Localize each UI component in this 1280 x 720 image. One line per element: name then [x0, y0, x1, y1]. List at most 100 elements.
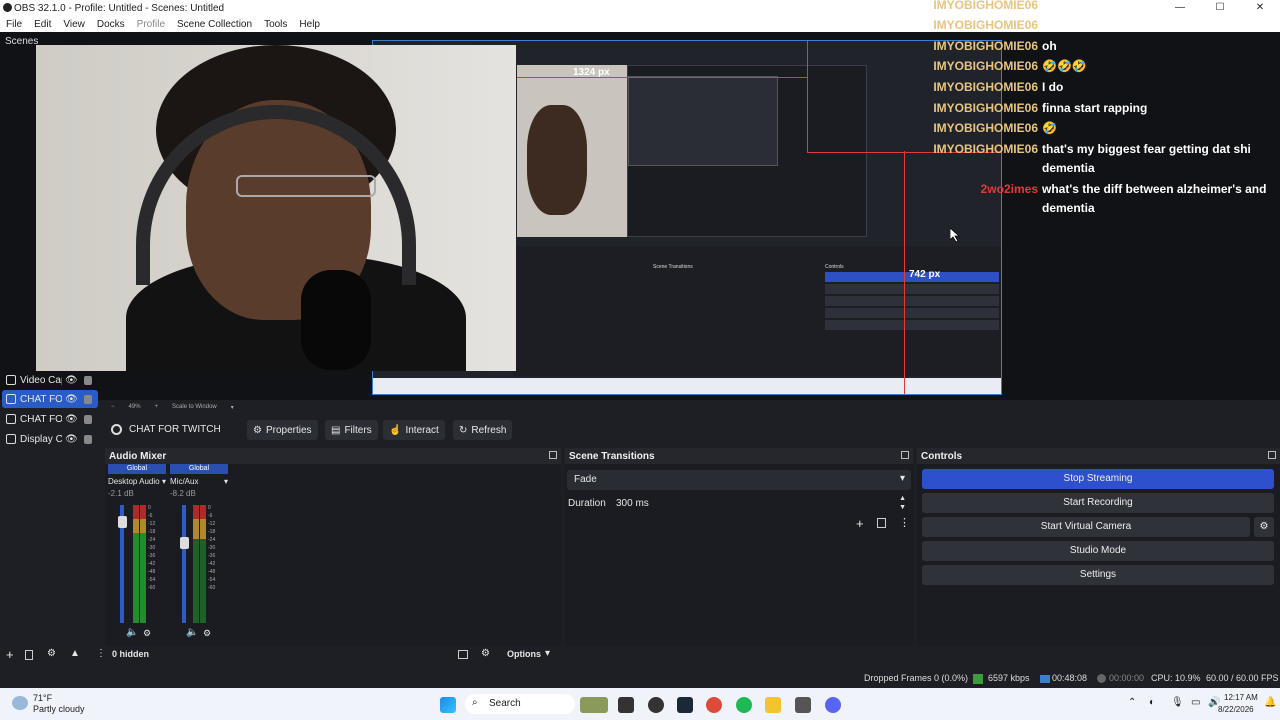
lock-icon[interactable] — [83, 414, 92, 424]
channel-db: -8.2 dB — [170, 489, 196, 498]
undock-icon[interactable] — [549, 451, 557, 459]
menu-profile[interactable]: Profile — [131, 19, 171, 30]
channel-name: Mic/Aux — [170, 477, 199, 486]
widget-icon[interactable] — [580, 697, 608, 713]
browser-icon — [6, 394, 16, 404]
more-options-icon[interactable]: ⋮ — [899, 516, 910, 529]
channel-settings-icon[interactable]: ⚙ — [203, 628, 211, 639]
visibility-eye-icon[interactable]: 👁 — [65, 414, 78, 425]
browser-icon — [6, 414, 16, 424]
source-item[interactable]: Display Ca 👁 — [2, 430, 98, 448]
spotify-icon[interactable] — [736, 697, 752, 713]
audio-mixer-title: Audio Mixer — [109, 451, 167, 462]
properties-button[interactable]: ⚙ Properties — [247, 420, 318, 440]
folder-icon[interactable] — [765, 697, 781, 713]
app-icon[interactable] — [795, 697, 811, 713]
add-icon[interactable]: + — [856, 516, 864, 531]
chevron-down-icon[interactable]: ▾ — [224, 477, 228, 486]
transition-select[interactable]: Fade ▾ — [567, 470, 911, 490]
start-virtual-camera-button[interactable]: Start Virtual Camera — [922, 517, 1250, 537]
weather-desc[interactable]: Partly cloudy — [33, 704, 85, 714]
undock-icon[interactable] — [1268, 451, 1276, 459]
duration-value: 300 ms — [616, 498, 649, 509]
chat-username: IMYOBIGHOMIE06 — [933, 39, 1038, 53]
menu-scene-collection[interactable]: Scene Collection — [171, 19, 258, 30]
chevron-up-icon[interactable]: ⌃ — [1128, 697, 1136, 708]
lock-icon[interactable] — [83, 394, 92, 404]
trash-icon[interactable] — [877, 518, 886, 528]
menu-docks[interactable]: Docks — [91, 19, 131, 30]
nested-start-recording — [825, 284, 999, 294]
obs-app-icon[interactable] — [648, 697, 664, 713]
menu-edit[interactable]: Edit — [28, 19, 57, 30]
weather-icon[interactable] — [12, 696, 28, 710]
height-px-label: 742 px — [909, 269, 941, 280]
visibility-eye-icon[interactable]: 👁 — [65, 394, 78, 405]
height-guide-line — [904, 151, 905, 394]
speaker-icon[interactable]: 🔈 — [126, 627, 138, 638]
more-options-icon[interactable]: ⋮ — [96, 648, 106, 659]
steam-icon[interactable] — [677, 697, 693, 713]
stop-streaming-button[interactable]: Stop Streaming — [922, 469, 1274, 489]
layout-toggle-icon[interactable] — [458, 650, 468, 659]
duration-spinbox[interactable]: 300 ms ▲ ▼ — [610, 494, 910, 514]
volume-handle-mic[interactable] — [180, 537, 189, 549]
chat-message: I do — [1042, 80, 1064, 94]
interact-button[interactable]: ☝ Interact — [383, 420, 445, 440]
menu-help[interactable]: Help — [293, 19, 326, 30]
menu-file[interactable]: File — [0, 19, 28, 30]
zoom-out-icon[interactable]: − — [111, 404, 115, 410]
chevron-down-icon[interactable]: ▾ — [231, 404, 234, 411]
properties-label: Properties — [265, 424, 312, 436]
chevron-up-icon[interactable]: ▲ — [70, 648, 80, 659]
width-guide-line — [517, 77, 807, 78]
source-item[interactable]: Video Cap 👁 — [2, 371, 98, 389]
weather-temp[interactable]: 71°F — [33, 693, 52, 703]
visibility-eye-icon[interactable]: 👁 — [65, 375, 78, 386]
volume-slider-mic[interactable] — [182, 505, 186, 623]
filters-button[interactable]: ▤ Filters — [325, 420, 378, 440]
windows-start-icon[interactable] — [440, 697, 456, 713]
speaker-icon[interactable]: 🔈 — [186, 627, 198, 638]
discord-icon[interactable] — [825, 697, 841, 713]
undock-icon[interactable] — [901, 451, 909, 459]
taskbar-search[interactable]: ⌕ Search — [465, 694, 575, 714]
source-item[interactable]: CHAT FOR 👁 — [2, 410, 98, 428]
studio-mode-button[interactable]: Studio Mode — [922, 541, 1274, 561]
lock-icon[interactable] — [83, 434, 92, 444]
trash-icon[interactable] — [25, 650, 33, 660]
clock-time[interactable]: 12:17 AM — [1224, 693, 1258, 702]
visibility-eye-icon[interactable]: 👁 — [65, 434, 78, 445]
advanced-audio-icon[interactable]: ⚙ — [481, 648, 490, 659]
chevron-down-icon[interactable]: ▾ — [545, 648, 550, 659]
scale-mode-select[interactable]: Scale to Window — [172, 404, 217, 410]
zoom-in-icon[interactable]: + — [155, 404, 159, 410]
camera-icon — [6, 375, 16, 385]
tray-app-icon[interactable]: ◐ — [1149, 697, 1155, 708]
notification-icon[interactable]: 🔔 — [1264, 697, 1276, 708]
start-recording-button[interactable]: Start Recording — [922, 493, 1274, 513]
meter-scale: 0 -6 -12 -18 -24 -30 -36 -42 -48 -54 -60 — [148, 505, 156, 591]
clock-date[interactable]: 8/22/2026 — [1218, 705, 1254, 714]
volume-handle-desktop[interactable] — [118, 516, 127, 528]
source-item[interactable]: CHAT FOR 👁 — [2, 390, 98, 408]
file-explorer-alt-icon[interactable] — [618, 697, 634, 713]
add-source-icon[interactable]: + — [6, 647, 14, 662]
spin-arrows-icon[interactable]: ▲ ▼ — [899, 494, 906, 512]
menu-tools[interactable]: Tools — [258, 19, 293, 30]
options-button[interactable]: Options — [507, 649, 541, 659]
refresh-button[interactable]: ↻ Refresh — [453, 420, 513, 440]
lock-icon[interactable] — [83, 375, 92, 385]
menu-view[interactable]: View — [57, 19, 91, 30]
chevron-down-icon[interactable]: ▾ — [162, 477, 166, 486]
network-icon[interactable]: ▭ — [1191, 697, 1200, 708]
scene-transitions-title: Scene Transitions — [569, 451, 655, 462]
webcam-source — [36, 45, 516, 371]
gear-icon[interactable]: ⚙ — [47, 648, 56, 659]
settings-button[interactable]: Settings — [922, 565, 1274, 585]
microphone-icon[interactable]: 🎙 — [1171, 697, 1184, 708]
channel-settings-icon[interactable]: ⚙ — [143, 628, 151, 639]
chrome-icon[interactable] — [706, 697, 722, 713]
virtual-camera-settings-button[interactable]: ⚙ — [1254, 517, 1274, 537]
status-bar: Dropped Frames 0 (0.0%) 6597 kbps 00:48:… — [0, 670, 1280, 688]
